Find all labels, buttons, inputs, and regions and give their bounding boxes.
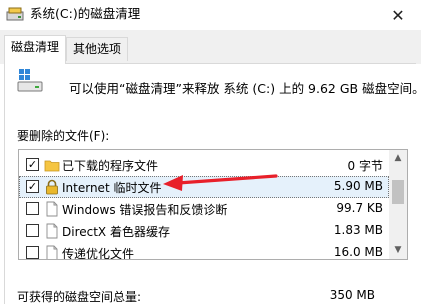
list-item[interactable]: Windows 错误报告和反馈诊断 99.7 KB [19,198,389,220]
total-space-value: 350 MB [329,288,375,302]
list-item-label: 已下载的程序文件 [62,159,159,173]
checkbox[interactable]: ✓ [26,180,39,193]
folder-icon [44,160,60,172]
list-item[interactable]: ✓ Internet 临时文件 5.90 MB [19,176,389,198]
checkbox[interactable] [26,246,39,259]
files-to-delete-label: 要删除的文件(F): [17,129,110,143]
list-item-size: 1.83 MB [333,223,383,237]
scroll-thumb[interactable] [392,180,404,204]
list-item-label: 传递优化文件 [62,247,135,260]
drive-icon [17,69,43,92]
file-icon [46,245,58,259]
scroll-up-icon[interactable]: ▲ [389,150,407,167]
list-item-label: DirectX 着色器缓存 [62,225,170,239]
tab-other-options[interactable]: 其他选项 [66,37,129,61]
file-icon [46,201,58,217]
list-item-size: 16.0 MB [333,245,383,259]
tab-disk-cleanup[interactable]: 磁盘清理 [4,35,67,64]
list-item[interactable]: 传递优化文件 16.0 MB [19,242,389,260]
list-scrollbar[interactable]: ▲ ▼ [389,150,407,259]
list-item-size: 99.7 KB [336,201,383,215]
disk-cleanup-icon [6,7,24,21]
checkbox[interactable] [26,224,39,237]
close-icon: ✕ [391,5,405,25]
scroll-down-icon[interactable]: ▼ [389,242,407,259]
checkbox[interactable]: ✓ [26,158,39,171]
list-item-label: Internet 临时文件 [62,181,162,195]
window-title: 系统(C:)的磁盘清理 [30,6,141,21]
list-item[interactable]: DirectX 着色器缓存 1.83 MB [19,220,389,242]
close-button[interactable]: ✕ [375,0,421,30]
list-item-size: 0 字节 [347,159,383,173]
free-space-info: 可以使用“磁盘清理”来释放 系统 (C:) 上的 9.62 GB 磁盘空间。 [69,81,421,96]
files-to-delete-list[interactable]: ✓ 已下载的程序文件 0 字节 ✓ Internet 临时文件 5.90 MB … [18,149,408,260]
list-item-label: Windows 错误报告和反馈诊断 [62,203,228,217]
list-item-size: 5.90 MB [333,179,383,193]
total-space-label: 可获得的磁盘空间总量: [17,290,142,304]
list-item[interactable]: ✓ 已下载的程序文件 0 字节 [19,154,389,176]
title-bar: 系统(C:)的磁盘清理 ✕ [0,0,421,30]
lock-icon [46,179,58,195]
file-icon [46,223,58,239]
checkbox[interactable] [26,202,39,215]
